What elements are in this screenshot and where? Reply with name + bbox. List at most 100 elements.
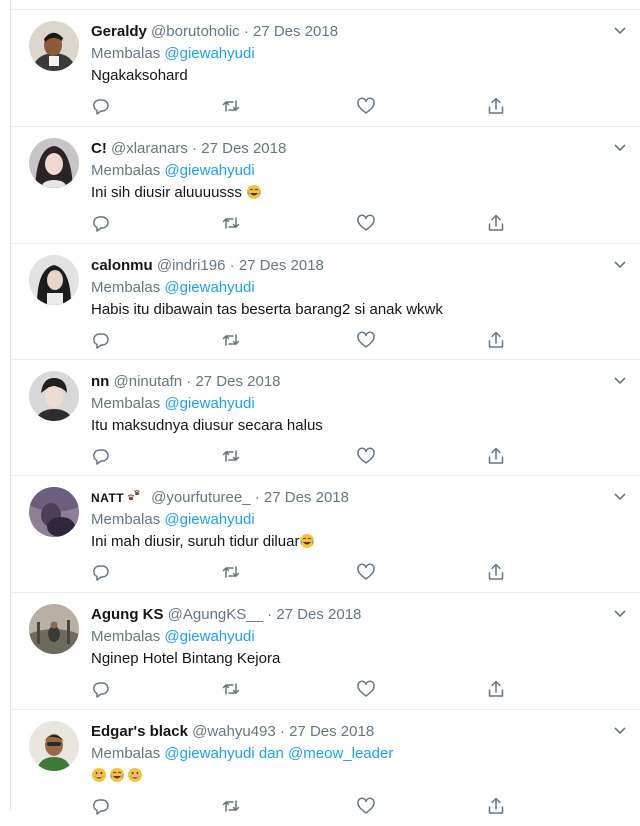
avatar[interactable] <box>29 21 79 71</box>
chevron-down-icon[interactable] <box>613 26 627 36</box>
reply-tweet[interactable]: C! @xlaranars · 27 Des 2018 Membalas @gi… <box>11 127 640 244</box>
tweet-text-content: Nginep Hotel Bintang Kejora <box>91 650 281 667</box>
share-icon[interactable] <box>486 679 506 699</box>
avatar[interactable] <box>29 721 79 771</box>
display-name[interactable]: Geraldy <box>91 23 147 40</box>
like-icon[interactable] <box>356 96 376 116</box>
retweet-icon[interactable] <box>221 562 241 582</box>
retweet-icon[interactable] <box>221 213 241 233</box>
tweet-header: Agung KS @AgungKS__ · 27 Des 2018 <box>91 606 361 623</box>
replying-to: Membalas @giewahyudi dan @meow_leader <box>91 745 393 762</box>
avatar[interactable] <box>29 487 79 537</box>
tweet-actions <box>91 96 521 116</box>
tweet-text <box>91 767 145 784</box>
like-icon[interactable] <box>356 446 376 466</box>
tweet-header: C! @xlaranars · 27 Des 2018 <box>91 140 286 157</box>
reply-tweet[interactable]: nn @ninutafn · 27 Des 2018 Membalas @gie… <box>11 360 640 476</box>
avatar[interactable] <box>29 371 79 421</box>
display-name[interactable]: C! <box>91 140 107 157</box>
display-name[interactable]: NATT <box>91 491 124 505</box>
replying-to: Membalas @giewahyudi <box>91 628 255 645</box>
retweet-icon[interactable] <box>221 446 241 466</box>
like-icon[interactable] <box>356 796 376 816</box>
reply-icon[interactable] <box>91 213 111 233</box>
reply-icon[interactable] <box>91 96 111 116</box>
tweet-text: Ini sih diusir aluuuusss <box>91 184 264 201</box>
user-handle[interactable]: @indri196 <box>157 257 226 274</box>
share-icon[interactable] <box>486 446 506 466</box>
chevron-down-icon[interactable] <box>613 726 627 736</box>
user-handle[interactable]: @AgungKS__ <box>168 606 263 623</box>
retweet-icon[interactable] <box>221 796 241 816</box>
user-handle[interactable]: @ninutafn <box>114 373 183 390</box>
user-handle[interactable]: @yourfuturee_ <box>151 489 250 506</box>
avatar[interactable] <box>29 138 79 188</box>
avatar[interactable] <box>29 604 79 654</box>
separator: · <box>186 373 192 390</box>
share-icon[interactable] <box>486 562 506 582</box>
tweet-actions <box>91 446 521 466</box>
tears-of-joy-emoji-icon <box>246 184 262 200</box>
replying-to: Membalas @giewahyudi <box>91 162 255 179</box>
chevron-down-icon[interactable] <box>613 260 627 270</box>
mention-link[interactable]: @giewahyudi <box>164 745 254 762</box>
avatar[interactable] <box>29 255 79 305</box>
reply-icon[interactable] <box>91 330 111 350</box>
timestamp[interactable]: 27 Des 2018 <box>253 23 338 40</box>
mention-link[interactable]: @giewahyudi <box>164 395 254 412</box>
reply-icon[interactable] <box>91 679 111 699</box>
reply-tweet[interactable]: calonmu @indri196 · 27 Des 2018 Membalas… <box>11 244 640 360</box>
reply-icon[interactable] <box>91 796 111 816</box>
share-icon[interactable] <box>486 96 506 116</box>
reply-tweet[interactable]: Geraldy @borutoholic · 27 Des 2018 Memba… <box>11 10 640 127</box>
replying-to: Membalas @giewahyudi <box>91 45 255 62</box>
mention-link[interactable]: @giewahyudi <box>164 511 254 528</box>
like-icon[interactable] <box>356 679 376 699</box>
share-icon[interactable] <box>486 213 506 233</box>
timestamp[interactable]: 27 Des 2018 <box>239 257 324 274</box>
chevron-down-icon[interactable] <box>613 492 627 502</box>
tweet-header: NATT @yourfuturee_ · 27 Des 2018 <box>91 489 349 506</box>
paw-prints-icon <box>128 489 140 501</box>
mention-link[interactable]: @giewahyudi <box>164 279 254 296</box>
mention-link[interactable]: @meow_leader <box>288 745 393 762</box>
like-icon[interactable] <box>356 330 376 350</box>
separator: · <box>267 606 273 623</box>
timestamp[interactable]: 27 Des 2018 <box>289 723 374 740</box>
like-icon[interactable] <box>356 213 376 233</box>
mention-link[interactable]: @giewahyudi <box>164 162 254 179</box>
grinning-face-emoji-icon <box>127 767 143 783</box>
mention-link[interactable]: @giewahyudi <box>164 628 254 645</box>
reply-icon[interactable] <box>91 562 111 582</box>
reply-icon[interactable] <box>91 446 111 466</box>
timestamp[interactable]: 27 Des 2018 <box>195 373 280 390</box>
reply-tweet[interactable]: Edgar's black @wahyu493 · 27 Des 2018 Me… <box>11 710 640 826</box>
retweet-icon[interactable] <box>221 679 241 699</box>
timestamp[interactable]: 27 Des 2018 <box>201 140 286 157</box>
share-icon[interactable] <box>486 796 506 816</box>
separator: · <box>192 140 198 157</box>
tweet-header: Geraldy @borutoholic · 27 Des 2018 <box>91 23 338 40</box>
chevron-down-icon[interactable] <box>613 609 627 619</box>
display-name[interactable]: nn <box>91 373 109 390</box>
reply-tweet[interactable]: Agung KS @AgungKS__ · 27 Des 2018 Membal… <box>11 593 640 710</box>
mention-joiner: dan <box>258 745 284 762</box>
display-name[interactable]: calonmu <box>91 257 153 274</box>
timestamp[interactable]: 27 Des 2018 <box>276 606 361 623</box>
chevron-down-icon[interactable] <box>613 143 627 153</box>
display-name[interactable]: Edgar's black <box>91 723 188 740</box>
display-name[interactable]: Agung KS <box>91 606 164 623</box>
timestamp[interactable]: 27 Des 2018 <box>264 489 349 506</box>
retweet-icon[interactable] <box>221 330 241 350</box>
user-handle[interactable]: @xlaranars <box>111 140 188 157</box>
retweet-icon[interactable] <box>221 96 241 116</box>
share-icon[interactable] <box>486 330 506 350</box>
mention-link[interactable]: @giewahyudi <box>164 45 254 62</box>
user-handle[interactable]: @wahyu493 <box>192 723 276 740</box>
tweet-text-content: Ngakaksohard <box>91 67 188 84</box>
tweet-actions <box>91 562 521 582</box>
user-handle[interactable]: @borutoholic <box>151 23 240 40</box>
chevron-down-icon[interactable] <box>613 376 627 386</box>
like-icon[interactable] <box>356 562 376 582</box>
reply-tweet[interactable]: NATT @yourfuturee_ · 27 Des 2018 Membalas… <box>11 476 640 593</box>
